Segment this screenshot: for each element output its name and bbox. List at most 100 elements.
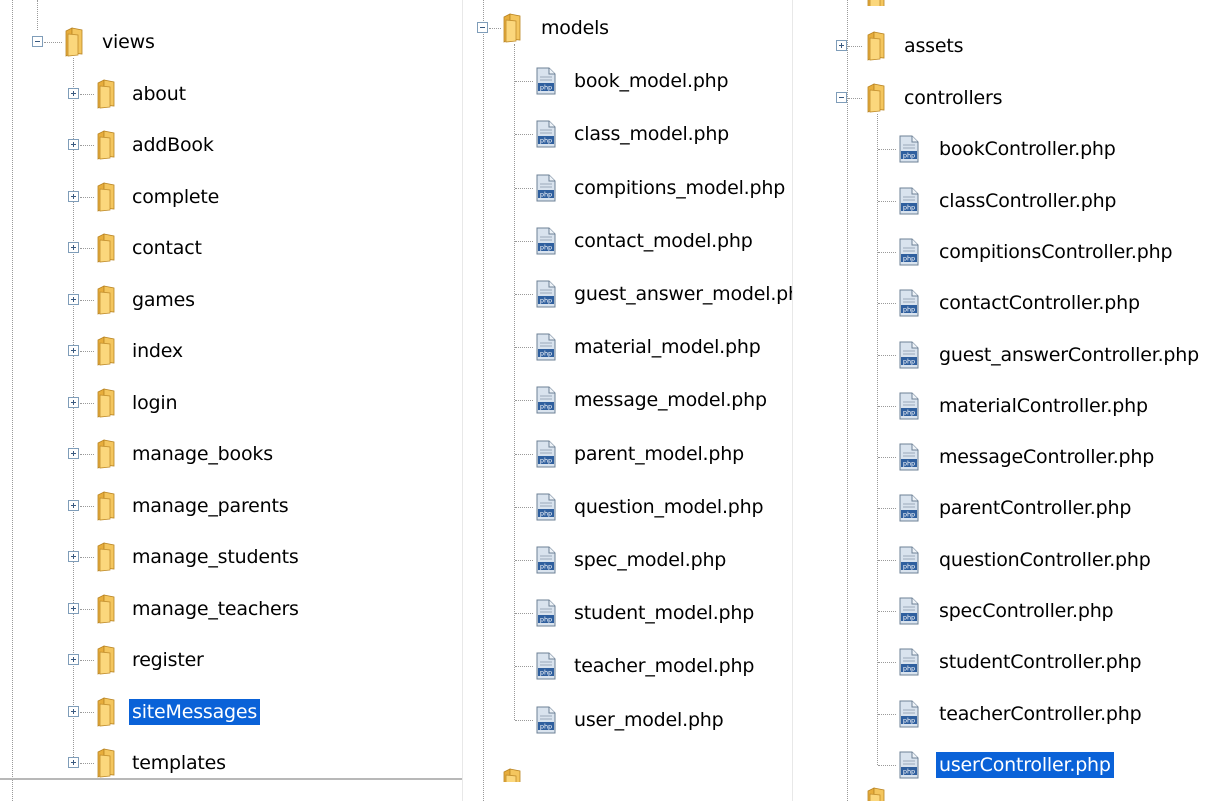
tree-guide-line bbox=[80, 351, 94, 352]
file-node[interactable]: classController.php bbox=[936, 181, 1119, 221]
folder-node[interactable]: contact bbox=[129, 228, 205, 268]
expand-plus-icon[interactable] bbox=[68, 190, 79, 202]
expand-plus-icon[interactable] bbox=[68, 705, 79, 717]
folder-node[interactable]: games bbox=[129, 280, 198, 320]
tree-guide-line bbox=[80, 711, 94, 713]
file-node[interactable]: parent_model.php bbox=[571, 434, 747, 474]
folder-node[interactable]: siteMessages bbox=[129, 692, 261, 732]
folder-node[interactable]: templates bbox=[129, 743, 229, 783]
folder-node-views[interactable]: views bbox=[99, 22, 158, 62]
file-node[interactable]: materialController.php bbox=[936, 386, 1151, 426]
file-node[interactable]: contact_model.php bbox=[571, 221, 756, 261]
tree-guide-line bbox=[848, 46, 862, 47]
folder-node[interactable]: manage_parents bbox=[129, 486, 291, 526]
folder-node-models[interactable]: models bbox=[538, 8, 612, 48]
php-file-icon: php bbox=[898, 494, 920, 522]
folder-icon bbox=[63, 27, 85, 57]
views-tree-panel: views about addBook complete contact games ind… bbox=[0, 0, 462, 801]
folder-node[interactable]: addBook bbox=[129, 125, 217, 165]
tree-guide-line bbox=[515, 187, 533, 189]
file-node[interactable]: guest_answer_model.php bbox=[571, 274, 815, 314]
expand-plus-icon[interactable] bbox=[68, 551, 79, 562]
tree-node-label: about bbox=[132, 82, 186, 105]
folder-node[interactable]: complete bbox=[129, 177, 222, 217]
expand-plus-icon[interactable] bbox=[68, 448, 79, 459]
file-node[interactable]: question_model.php bbox=[571, 487, 766, 527]
tree-guide-line bbox=[878, 251, 896, 253]
file-node[interactable]: spec_model.php bbox=[571, 540, 729, 580]
folder-icon bbox=[95, 439, 117, 469]
tree-guide-line bbox=[848, 98, 862, 99]
tree-node-label: index bbox=[132, 340, 183, 362]
collapse-minus-icon[interactable] bbox=[477, 22, 488, 33]
tree-guide-line bbox=[44, 42, 62, 43]
collapse-minus-icon[interactable] bbox=[836, 92, 847, 103]
file-node[interactable]: compitions_model.php bbox=[571, 168, 788, 208]
svg-text:php: php bbox=[540, 722, 552, 730]
file-node[interactable]: specController.php bbox=[936, 591, 1116, 631]
folder-node[interactable]: manage_teachers bbox=[129, 589, 302, 629]
file-node[interactable]: parentController.php bbox=[936, 488, 1134, 528]
tree-guide-line bbox=[878, 611, 896, 612]
php-file-icon: php bbox=[535, 174, 557, 202]
file-node[interactable]: userController.php bbox=[936, 745, 1114, 785]
tree-node-label: controllers bbox=[904, 87, 1003, 109]
php-file-icon: php bbox=[535, 386, 557, 414]
file-node[interactable]: teacher_model.php bbox=[571, 646, 757, 686]
file-node[interactable]: teacherController.php bbox=[936, 694, 1145, 734]
expand-plus-icon[interactable] bbox=[68, 602, 79, 614]
folder-node[interactable]: manage_books bbox=[129, 434, 276, 474]
file-node[interactable]: compitionsController.php bbox=[936, 232, 1175, 272]
expand-plus-icon[interactable] bbox=[68, 396, 79, 408]
php-file-icon: php bbox=[535, 652, 557, 680]
php-file-icon: php bbox=[535, 599, 557, 627]
file-node[interactable]: guest_answerController.php bbox=[936, 335, 1202, 375]
tree-guide-line bbox=[80, 505, 94, 507]
expand-plus-icon[interactable] bbox=[68, 87, 79, 99]
tree-guide-line bbox=[878, 559, 896, 561]
folder-node-controllers[interactable]: controllers bbox=[901, 78, 1005, 118]
expand-plus-icon[interactable] bbox=[68, 242, 79, 253]
file-node[interactable]: book_model.php bbox=[571, 61, 731, 101]
file-node[interactable]: user_model.php bbox=[571, 700, 727, 740]
svg-text:php: php bbox=[540, 297, 552, 305]
file-node[interactable]: contactController.php bbox=[936, 283, 1143, 323]
file-node[interactable]: message_model.php bbox=[571, 380, 770, 420]
expand-plus-icon[interactable] bbox=[68, 345, 79, 356]
svg-text:php: php bbox=[540, 137, 552, 145]
expand-plus-icon[interactable] bbox=[68, 654, 79, 665]
folder-node-assets[interactable]: assets bbox=[901, 26, 966, 66]
file-node[interactable]: bookController.php bbox=[936, 129, 1119, 169]
tree-node-label: login bbox=[132, 391, 178, 414]
folder-icon bbox=[95, 181, 117, 212]
folder-node[interactable]: register bbox=[129, 640, 207, 680]
expand-plus-icon[interactable] bbox=[68, 499, 79, 511]
file-node[interactable]: messageController.php bbox=[936, 437, 1157, 477]
tree-node-label: assets bbox=[904, 35, 964, 57]
expand-plus-icon[interactable] bbox=[836, 40, 847, 51]
tree-guide-line bbox=[80, 660, 94, 661]
file-node[interactable]: material_model.php bbox=[571, 327, 764, 367]
file-name-label: specController.php bbox=[939, 600, 1114, 622]
expand-plus-icon[interactable] bbox=[68, 293, 79, 305]
collapse-minus-icon[interactable] bbox=[32, 36, 43, 47]
file-name-label: messageController.php bbox=[939, 446, 1155, 469]
folder-node[interactable]: index bbox=[129, 331, 186, 371]
file-node[interactable]: class_model.php bbox=[571, 114, 732, 154]
expand-plus-icon[interactable] bbox=[68, 139, 79, 150]
svg-text:php: php bbox=[540, 350, 552, 358]
folder-node[interactable]: login bbox=[129, 383, 180, 423]
folder-node[interactable]: about bbox=[129, 74, 189, 114]
file-node[interactable]: student_model.php bbox=[571, 593, 757, 633]
tree-guide-line bbox=[878, 303, 896, 305]
tree-guide-line bbox=[515, 506, 533, 508]
file-node[interactable]: questionController.php bbox=[936, 540, 1154, 580]
expand-plus-icon[interactable] bbox=[68, 757, 79, 768]
folder-node[interactable]: manage_students bbox=[129, 537, 302, 577]
php-file-icon: php bbox=[535, 706, 557, 734]
tree-guide-line bbox=[878, 354, 896, 356]
file-node[interactable]: studentController.php bbox=[936, 642, 1144, 682]
tree-node-label: manage_students bbox=[132, 546, 299, 568]
tree-guide-line bbox=[80, 145, 94, 146]
tree-guide-line bbox=[515, 294, 533, 295]
